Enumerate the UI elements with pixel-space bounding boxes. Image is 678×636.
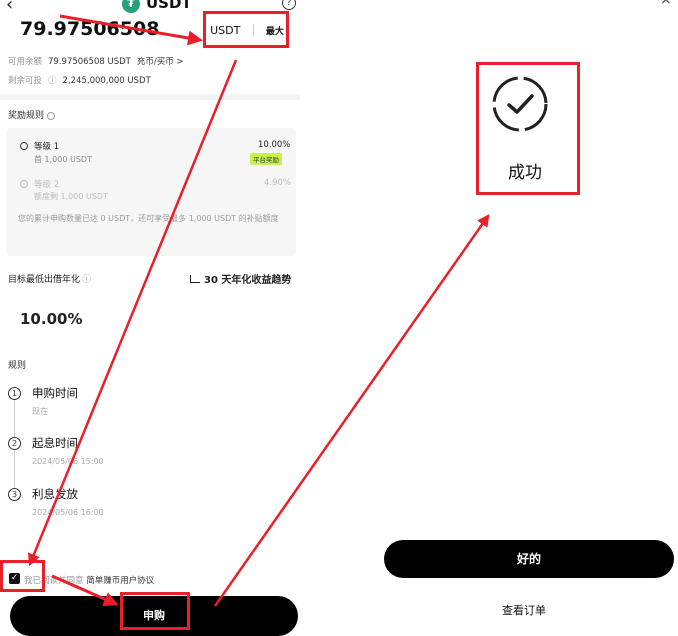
annotation-arrows [27, 14, 490, 607]
arrow-to-subscribe [51, 574, 119, 607]
arrow-to-max [59, 14, 203, 46]
arrow-to-success [213, 213, 490, 607]
arrow-to-checkbox [27, 59, 238, 567]
